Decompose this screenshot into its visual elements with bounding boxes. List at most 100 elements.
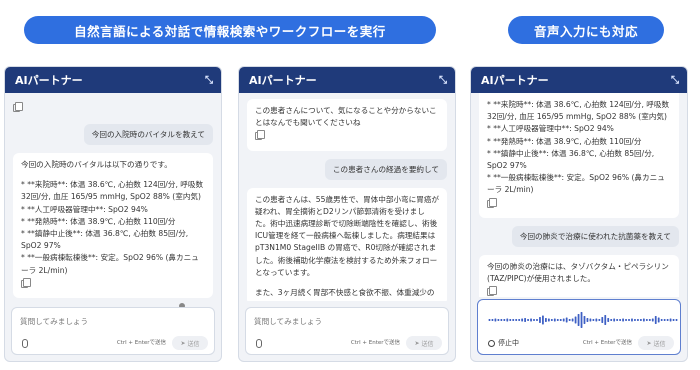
waveform-bar (631, 318, 633, 322)
waveform-bar (648, 319, 651, 321)
waveform-bar (586, 318, 589, 322)
microphone-icon[interactable] (22, 339, 28, 348)
waveform-bar (568, 319, 571, 321)
stop-recording-button[interactable]: 停止中 (488, 338, 519, 348)
waveform-bar (515, 319, 518, 321)
panel-header: AIパートナー ⤡ (5, 67, 221, 93)
waveform-bar (577, 314, 580, 326)
vital-line: * **人工呼吸器管理中**: SpO2 94% (21, 204, 148, 214)
send-shortcut-hint: Ctrl + Enterで送信 (350, 340, 400, 346)
copy-icon[interactable] (13, 102, 23, 112)
panel-title: AIパートナー (15, 74, 83, 87)
waveform-bar (622, 318, 624, 322)
waveform-bar (598, 319, 601, 321)
send-button-label: 送信 (421, 340, 434, 348)
waveform-bar (610, 319, 613, 321)
waveform-bar (625, 319, 627, 321)
waveform-bar (521, 318, 524, 322)
send-button-label: 送信 (653, 340, 666, 348)
copy-icon[interactable] (487, 286, 497, 297)
ai-answer: 今回の肺炎の治療には、タゾバクタム・ピペラシリン(TAZ/PIPC)が使用されま… (487, 261, 669, 284)
waveform-bar (488, 319, 491, 321)
send-shortcut-hint: Ctrl + Enterで送信 (116, 340, 166, 346)
ai-partner-panel-voice: AIパートナー ⤡ * **来院時**: 体温 38.6℃, 心拍数 124回/… (470, 66, 688, 362)
ai-greeting: この患者さんについて、気になることや分からないことはなんでも聞いてくださいね (255, 106, 437, 128)
waveform-bar (583, 316, 586, 324)
waveform-bar (669, 318, 672, 322)
waveform-bar (527, 319, 529, 321)
waveform-bar (642, 318, 645, 322)
waveform-bar (654, 316, 657, 324)
ai-message-intro: 今回の入院時のバイタルは以下の通りです。 (21, 160, 172, 169)
user-message: この患者さんの経過を要約して (324, 158, 447, 180)
waveform-bar (503, 319, 506, 321)
waveform-bar (556, 319, 559, 321)
send-button[interactable]: ➤ 送信 (172, 336, 208, 350)
waveform-bar (592, 319, 595, 321)
waveform-bar (657, 317, 660, 323)
ai-summary-continued: また、3ヶ月続く胃部不快感と食欲不振、体重減少の (255, 288, 435, 298)
send-icon: ➤ (180, 339, 186, 347)
vital-line: * **一般病棟転棟後**: 安定。SpO2 96% (鼻カニューラ 2L/mi… (487, 173, 665, 195)
waveform-bar (637, 319, 639, 321)
ai-partner-panel-vitals: AIパートナー ⤡ 今回の入院時のバイタルを教えて 今回の入院時のバイタルは以下… (4, 66, 222, 362)
ai-message: この患者さんは、55歳男性で、胃体中部小弯に胃癌が疑われ、胃全摘術とD2リンパ節… (247, 187, 447, 301)
waveform-bar (530, 318, 532, 322)
waveform-bar (580, 312, 583, 328)
waveform-bar (666, 319, 669, 321)
waveform-bar (616, 319, 619, 321)
panel-header: AIパートナー ⤡ (239, 67, 455, 93)
vital-line: * **来院時**: 体温 38.6℃, 心拍数 124回/分, 呼吸数32回/… (21, 180, 204, 202)
ai-message: * **来院時**: 体温 38.6℃, 心拍数 124回/分, 呼吸数 32回… (479, 93, 679, 218)
send-icon: ➤ (646, 339, 652, 347)
waveform-bar (607, 318, 610, 322)
waveform-bar (518, 319, 521, 321)
waveform-bar (604, 315, 607, 325)
copy-icon[interactable] (255, 130, 265, 141)
voice-input-area[interactable]: 停止中 Ctrl + Enterで送信 ➤ 送信 (477, 299, 681, 355)
ai-message: この患者さんについて、気になることや分からないことはなんでも聞いてくださいね (247, 99, 447, 151)
ai-partner-panel-summary: AIパートナー ⤡ この患者さんについて、気になることや分からないことはなんでも… (238, 66, 456, 362)
waveform-bar (545, 318, 547, 322)
stop-icon (488, 339, 495, 347)
message-input[interactable]: 質問してみましょう Ctrl + Enterで送信 ➤ 送信 (11, 307, 215, 355)
waveform-bar (550, 319, 553, 321)
waveform-bar (524, 318, 526, 322)
microphone-icon[interactable] (256, 339, 262, 348)
waveform-bar (542, 315, 544, 325)
waveform-bar (640, 319, 642, 321)
audio-waveform (488, 312, 678, 328)
waveform-bar (619, 319, 621, 321)
copy-icon[interactable] (21, 277, 31, 288)
expand-icon[interactable]: ⤡ (205, 75, 213, 86)
stop-label: 停止中 (498, 339, 519, 347)
waveform-bar (497, 319, 500, 321)
user-message: 今回の入院時のバイタルを教えて (83, 124, 213, 145)
waveform-bar (562, 318, 565, 322)
send-button[interactable]: ➤ 送信 (406, 336, 442, 350)
chat-history[interactable]: * **来院時**: 体温 38.6℃, 心拍数 124回/分, 呼吸数 32回… (471, 93, 687, 297)
expand-icon[interactable]: ⤡ (671, 75, 679, 86)
vital-line: * **発熱時**: 体温 38.9℃, 心拍数 110回/分 (21, 216, 176, 226)
vital-line: * **一般病棟転棟後**: 安定。SpO2 96% (鼻カニューラ 2L/mi… (21, 253, 199, 275)
waveform-bar (500, 319, 503, 321)
vital-line: * **鎮静中止後**: 体温 36.8℃, 心拍数 85回/分, SpO2 9… (21, 229, 189, 251)
waveform-bar (571, 318, 574, 322)
expand-icon[interactable]: ⤡ (439, 75, 447, 86)
chat-history[interactable]: この患者さんについて、気になることや分からないことはなんでも聞いてくださいね こ… (239, 93, 455, 301)
send-button[interactable]: ➤ 送信 (638, 336, 674, 350)
waveform-bar (589, 318, 592, 322)
chat-history[interactable]: 今回の入院時のバイタルを教えて 今回の入院時のバイタルは以下の通りです。 * *… (5, 93, 221, 301)
copy-icon[interactable] (487, 197, 497, 208)
panel-title: AIパートナー (481, 74, 549, 87)
ai-message: 今回の肺炎の治療には、タゾバクタム・ピペラシリン(TAZ/PIPC)が使用されま… (479, 254, 679, 297)
vital-line: * **人工呼吸器管理中**: SpO2 94% (487, 124, 614, 134)
input-placeholder: 質問してみましょう (254, 317, 323, 326)
waveform-bar (533, 319, 535, 321)
send-icon: ➤ (414, 339, 420, 347)
input-placeholder: 質問してみましょう (20, 317, 89, 326)
user-message: 今回の肺炎で治療に使われた抗菌薬を教えて (511, 225, 679, 247)
waveform-bar (574, 316, 577, 324)
message-input[interactable]: 質問してみましょう Ctrl + Enterで送信 ➤ 送信 (245, 307, 449, 355)
vital-line: * **発熱時**: 体温 38.9℃, 心拍数 110回/分 (487, 136, 642, 146)
